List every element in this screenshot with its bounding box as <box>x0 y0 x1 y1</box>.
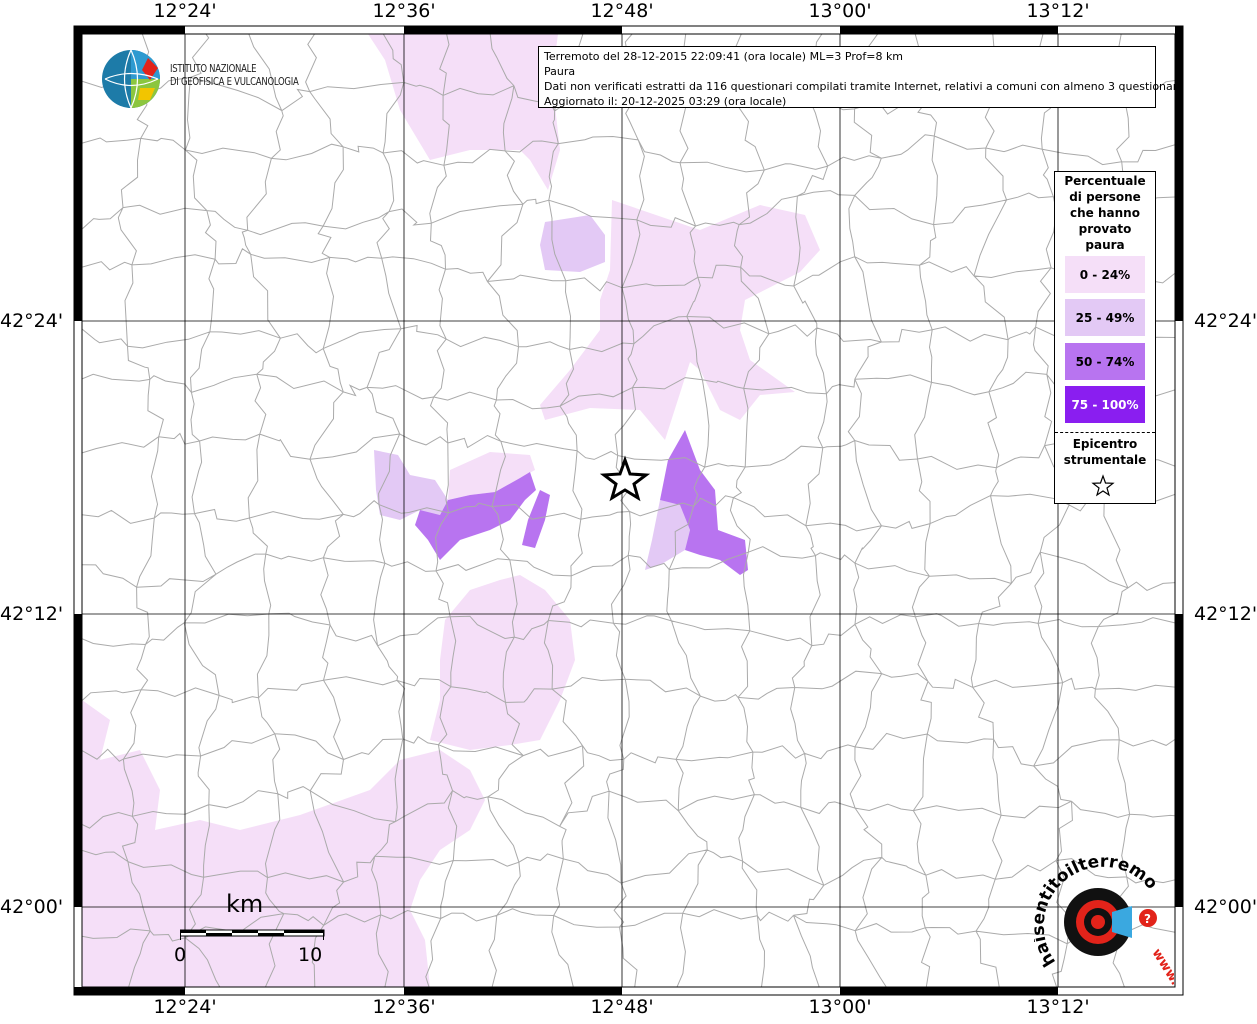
legend-epicenter-title: Epicentro strumentale <box>1055 436 1155 468</box>
legend-epicenter-line: Epicentro <box>1072 437 1138 451</box>
legend-title-line: di persone <box>1069 190 1141 204</box>
legend-label: 0 - 24% <box>1079 267 1131 282</box>
scale-min-label: 0 <box>174 944 187 966</box>
region-north-small <box>540 215 605 272</box>
legend-class-50-74: 50 - 74% <box>1065 343 1145 380</box>
frame-tick <box>840 26 1058 34</box>
legend-title-line: che hanno <box>1070 206 1140 220</box>
globe-icon <box>102 49 160 109</box>
ingv-logo: ISTITUTO NAZIONALE DI GEOFISICA E VULCAN… <box>100 48 320 110</box>
legend-label: 25 - 49% <box>1075 310 1135 325</box>
frame-tick <box>74 26 82 321</box>
legend-title-line: provato <box>1078 222 1132 236</box>
legend-class-0-24: 0 - 24% <box>1065 256 1145 293</box>
question-mark: ? <box>1144 912 1151 926</box>
info-disclaimer: Dati non verificati estratti da 116 ques… <box>544 80 1184 93</box>
legend-class-25-49: 25 - 49% <box>1065 299 1145 336</box>
haisentito-badge[interactable]: haisentitoilterremoto.it ? www. <box>1034 850 1174 990</box>
scale-bar: km 0 10 <box>170 890 330 970</box>
earthquake-info-box: Terremoto del 28-12-2015 22:09:41 (ora l… <box>538 46 1184 108</box>
logo-line-1: ISTITUTO NAZIONALE <box>170 63 257 75</box>
badge-www: www. <box>1149 946 1174 988</box>
legend-label: 50 - 74% <box>1075 354 1135 369</box>
legend-title-line: paura <box>1085 238 1125 252</box>
legend-title: Percentuale di persone che hanno provato… <box>1055 172 1155 253</box>
legend-divider <box>1055 432 1155 433</box>
frame-tick <box>1175 614 1183 907</box>
legend-epicenter-line: strumentale <box>1063 453 1147 467</box>
info-parameter: Paura <box>544 65 576 78</box>
frame-tick <box>74 614 82 907</box>
legend-label: 75 - 100% <box>1071 397 1139 412</box>
frame-tick <box>74 987 185 995</box>
legend: Percentuale di persone che hanno provato… <box>1054 171 1156 504</box>
logo-line-2: DI GEOFISICA E VULCANOLOGIA <box>170 76 299 88</box>
info-event: Terremoto del 28-12-2015 22:09:41 (ora l… <box>544 50 904 63</box>
scale-unit: km <box>226 890 264 918</box>
frame-tick <box>404 26 622 34</box>
legend-class-75-100: 75 - 100% <box>1065 386 1145 423</box>
legend-title-line: Percentuale <box>1064 174 1146 188</box>
scale-max-label: 10 <box>298 944 323 966</box>
frame-tick <box>404 987 622 995</box>
info-updated: Aggiornato il: 20-12-2025 03:29 (ora loc… <box>544 95 787 108</box>
frame-tick <box>1175 26 1183 321</box>
frame-tick <box>840 987 1058 995</box>
scale-ruler <box>180 929 325 940</box>
frame-tick <box>74 26 185 34</box>
epicenter-star-icon <box>1091 474 1115 497</box>
